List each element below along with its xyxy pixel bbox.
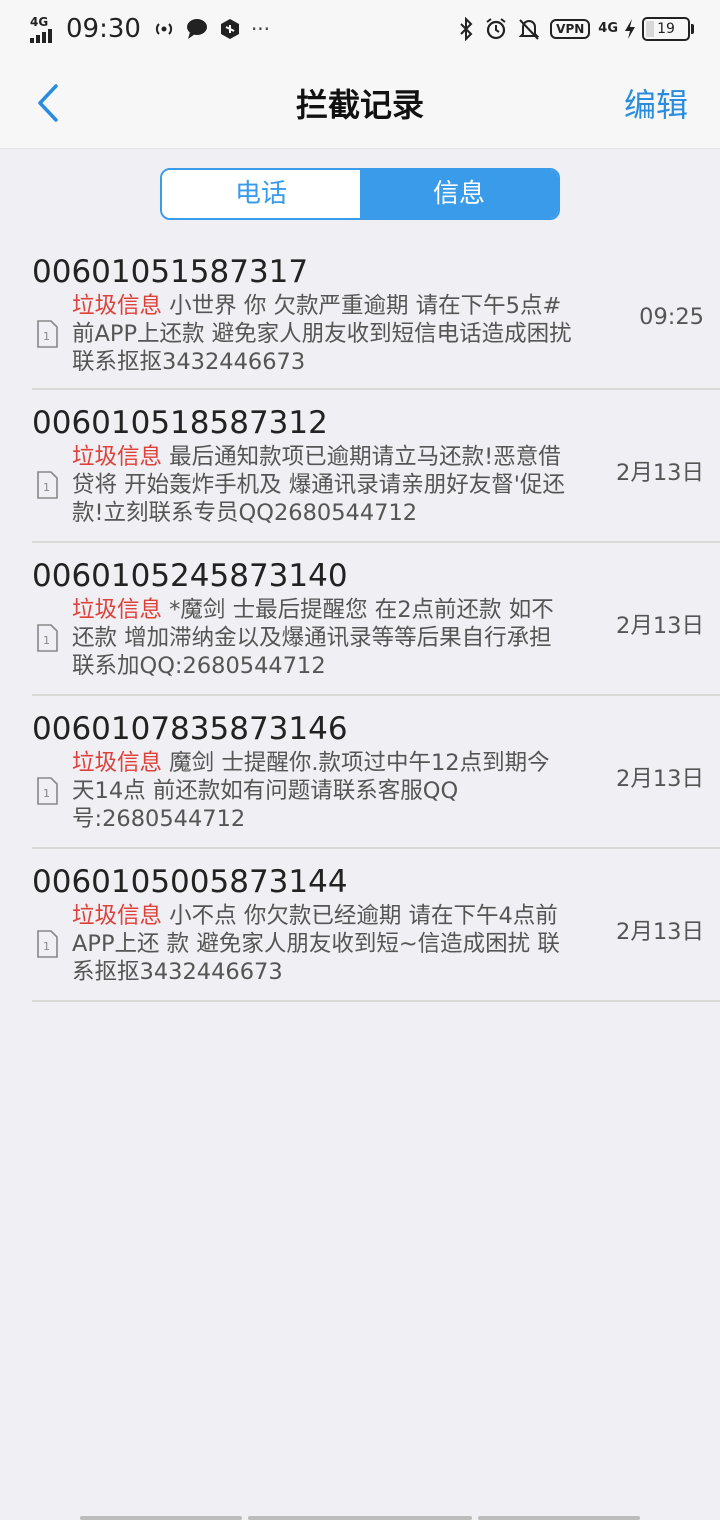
sender-number: 0060105245873140 xyxy=(32,558,348,594)
blocked-message-list: 00601051587317 1 垃圾信息 小世界 你 欠款严重逾期 请在下午5… xyxy=(32,240,720,1003)
bottom-nav-hint xyxy=(0,1516,720,1520)
sim-card-icon: 1 xyxy=(37,624,58,652)
more-icon: ··· xyxy=(250,17,271,41)
tab-calls[interactable]: 电话 xyxy=(162,170,360,218)
message-preview: 垃圾信息 小不点 你欠款已经逾期 请在下午4点前APP上还 款 避免家人朋友收到… xyxy=(72,902,572,986)
edit-button[interactable]: 编辑 xyxy=(624,80,688,126)
message-preview: 垃圾信息 *魔剑 士最后提醒您 在2点前还款 如不还款 增加滞纳金以及爆通讯录等… xyxy=(72,596,572,680)
spam-tag: 垃圾信息 xyxy=(72,293,163,319)
network-type: 4G xyxy=(30,15,49,29)
sim-card-icon: 1 xyxy=(37,471,58,499)
battery-level: 19 xyxy=(657,21,675,37)
mute-bell-icon xyxy=(518,17,540,41)
message-preview: 垃圾信息 最后通知款项已逾期请立马还款!恶意借贷将 开始轰炸手机及 爆通讯录请亲… xyxy=(72,443,572,527)
status-right: VPN 4G 19 xyxy=(458,12,694,46)
svg-text:1: 1 xyxy=(43,634,50,647)
nav-hint-left[interactable] xyxy=(80,1516,242,1520)
hotspot-icon xyxy=(153,18,175,40)
battery-icon: 19 xyxy=(642,17,694,41)
status-left: 4G 09:30 ··· xyxy=(30,12,280,46)
status-bar: 4G 09:30 ··· VPN 4G 19 xyxy=(0,0,720,58)
bluetooth-icon xyxy=(458,17,474,41)
network-4g-label: 4G xyxy=(598,21,618,36)
alarm-icon xyxy=(484,17,508,41)
sim-card-icon: 1 xyxy=(37,777,58,805)
sim-card-icon: 1 xyxy=(37,320,58,348)
status-time: 09:30 xyxy=(66,14,141,44)
message-time: 2月13日 xyxy=(616,766,704,792)
chat-bubble-icon xyxy=(185,18,209,40)
list-item[interactable]: 0060105005873144 1 垃圾信息 小不点 你欠款已经逾期 请在下午… xyxy=(32,850,720,1002)
tab-switcher: 电话 信息 xyxy=(160,168,560,220)
charging-icon xyxy=(624,18,636,40)
tab-messages[interactable]: 信息 xyxy=(360,170,558,218)
sender-number: 00601051587317 xyxy=(32,254,309,290)
svg-text:1: 1 xyxy=(43,330,50,343)
vpn-icon: VPN xyxy=(550,19,591,39)
message-time: 2月13日 xyxy=(616,613,704,639)
signal-icon: 4G xyxy=(30,15,56,43)
list-item[interactable]: 00601051587317 1 垃圾信息 小世界 你 欠款严重逾期 请在下午5… xyxy=(32,240,720,390)
spam-tag: 垃圾信息 xyxy=(72,750,163,776)
nav-hint-center[interactable] xyxy=(248,1516,472,1520)
app-notification-icon xyxy=(219,18,241,40)
message-preview: 垃圾信息 小世界 你 欠款严重逾期 请在下午5点#前APP上还款 避免家人朋友收… xyxy=(72,292,572,376)
list-item[interactable]: 006010518587312 1 垃圾信息 最后通知款项已逾期请立马还款!恶意… xyxy=(32,391,720,543)
message-time: 09:25 xyxy=(639,304,704,330)
svg-text:1: 1 xyxy=(43,940,50,953)
spam-tag: 垃圾信息 xyxy=(72,903,163,929)
svg-text:1: 1 xyxy=(43,481,50,494)
title-bar: 拦截记录 编辑 xyxy=(0,58,720,149)
sender-number: 0060105005873144 xyxy=(32,864,348,900)
spam-tag: 垃圾信息 xyxy=(72,444,163,470)
sim-card-icon: 1 xyxy=(37,930,58,958)
svg-text:1: 1 xyxy=(43,787,50,800)
message-time: 2月13日 xyxy=(616,919,704,945)
sender-number: 006010518587312 xyxy=(32,405,328,441)
sender-number: 0060107835873146 xyxy=(32,711,348,747)
message-preview: 垃圾信息 魔剑 士提醒你.款项过中午12点到期今天14点 前还款如有问题请联系客… xyxy=(72,749,572,833)
list-item[interactable]: 0060105245873140 1 垃圾信息 *魔剑 士最后提醒您 在2点前还… xyxy=(32,544,720,696)
spam-tag: 垃圾信息 xyxy=(72,597,163,623)
list-item[interactable]: 0060107835873146 1 垃圾信息 魔剑 士提醒你.款项过中午12点… xyxy=(32,697,720,849)
nav-hint-right[interactable] xyxy=(478,1516,640,1520)
page-title: 拦截记录 xyxy=(295,86,424,124)
message-time: 2月13日 xyxy=(616,460,704,486)
